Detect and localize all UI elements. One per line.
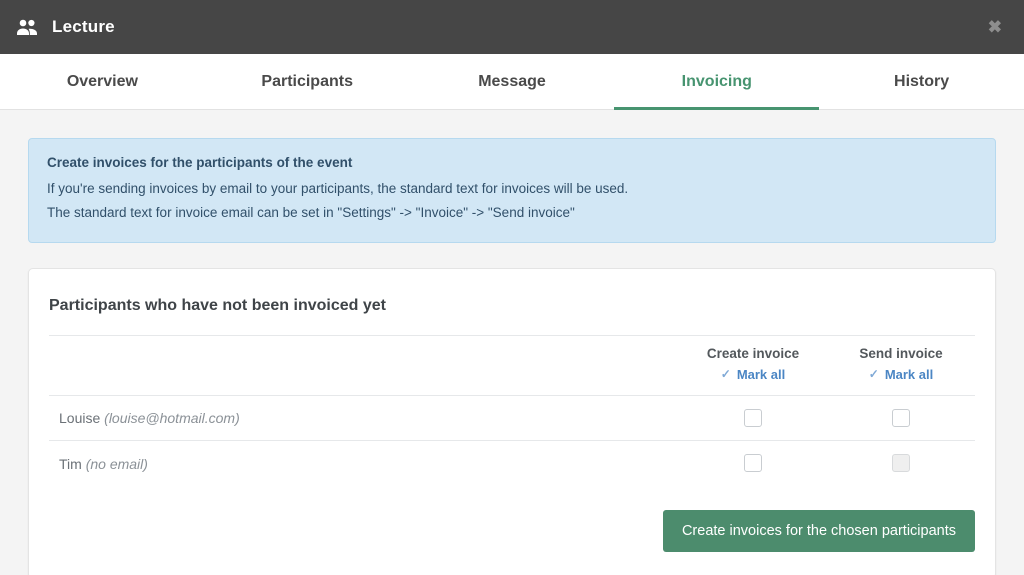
column-header-name: [49, 335, 679, 396]
card-footer: Create invoices for the chosen participa…: [49, 486, 975, 558]
window-titlebar: Lecture ✖: [0, 0, 1024, 54]
send-invoice-label: Send invoice: [859, 346, 943, 362]
participants-table: Create invoice ✓ Mark all Send invoice ✓…: [49, 335, 975, 486]
participant-name-cell: Tim (no email): [49, 440, 679, 486]
alert-title: Create invoices for the participants of …: [47, 155, 353, 170]
tab-message[interactable]: Message: [410, 54, 615, 109]
uninvoiced-participants-card: Participants who have not been invoiced …: [28, 268, 996, 575]
send-invoice-cell: [827, 440, 975, 486]
tab-participants[interactable]: Participants: [205, 54, 410, 109]
main-content: Create invoices for the participants of …: [0, 110, 1024, 575]
info-alert: Create invoices for the participants of …: [28, 138, 996, 244]
tab-invoicing[interactable]: Invoicing: [614, 54, 819, 110]
table-header-row: Create invoice ✓ Mark all Send invoice ✓…: [49, 335, 975, 396]
close-icon[interactable]: ✖: [984, 15, 1006, 40]
send-invoice-checkbox-disabled: [892, 454, 910, 473]
window-title: Lecture: [52, 17, 115, 36]
participant-name-cell: Louise (louise@hotmail.com): [49, 395, 679, 441]
create-invoice-checkbox[interactable]: [744, 409, 762, 428]
create-invoice-cell: [679, 440, 827, 486]
table-body: Louise (louise@hotmail.com) Tim (no emai…: [49, 395, 975, 486]
card-title: Participants who have not been invoiced …: [49, 297, 386, 315]
mark-all-create-invoice-link[interactable]: ✓ Mark all: [721, 367, 785, 382]
participant-name: Tim: [59, 455, 82, 472]
table-row: Louise (louise@hotmail.com): [49, 395, 975, 441]
tab-overview[interactable]: Overview: [0, 54, 205, 109]
check-icon: ✓: [868, 367, 879, 382]
participant-email: (no email): [85, 455, 148, 472]
mark-all-create-label: Mark all: [736, 366, 786, 382]
send-invoice-checkbox[interactable]: [892, 409, 910, 428]
tab-history[interactable]: History: [819, 54, 1024, 109]
users-icon: [16, 18, 38, 36]
send-invoice-cell: [827, 395, 975, 441]
mark-all-send-label: Mark all: [884, 366, 934, 382]
participant-name: Louise: [59, 410, 101, 427]
create-invoice-label: Create invoice: [706, 346, 800, 362]
titlebar-left-group: Lecture: [16, 17, 115, 37]
check-icon: ✓: [720, 367, 731, 382]
create-invoices-button[interactable]: Create invoices for the chosen participa…: [662, 509, 975, 552]
column-header-create-invoice: Create invoice ✓ Mark all: [679, 335, 827, 396]
alert-line-2: The standard text for invoice email can …: [47, 204, 575, 220]
alert-line-1: If you're sending invoices by email to y…: [47, 181, 629, 196]
create-invoice-checkbox[interactable]: [744, 454, 762, 473]
mark-all-send-invoice-link[interactable]: ✓ Mark all: [869, 367, 933, 382]
tab-bar: Overview Participants Message Invoicing …: [0, 54, 1024, 110]
create-invoice-cell: [679, 395, 827, 441]
column-header-send-invoice: Send invoice ✓ Mark all: [827, 335, 975, 396]
participant-email: (louise@hotmail.com): [104, 410, 240, 427]
table-row: Tim (no email): [49, 440, 975, 486]
table-header: Create invoice ✓ Mark all Send invoice ✓…: [49, 335, 975, 396]
